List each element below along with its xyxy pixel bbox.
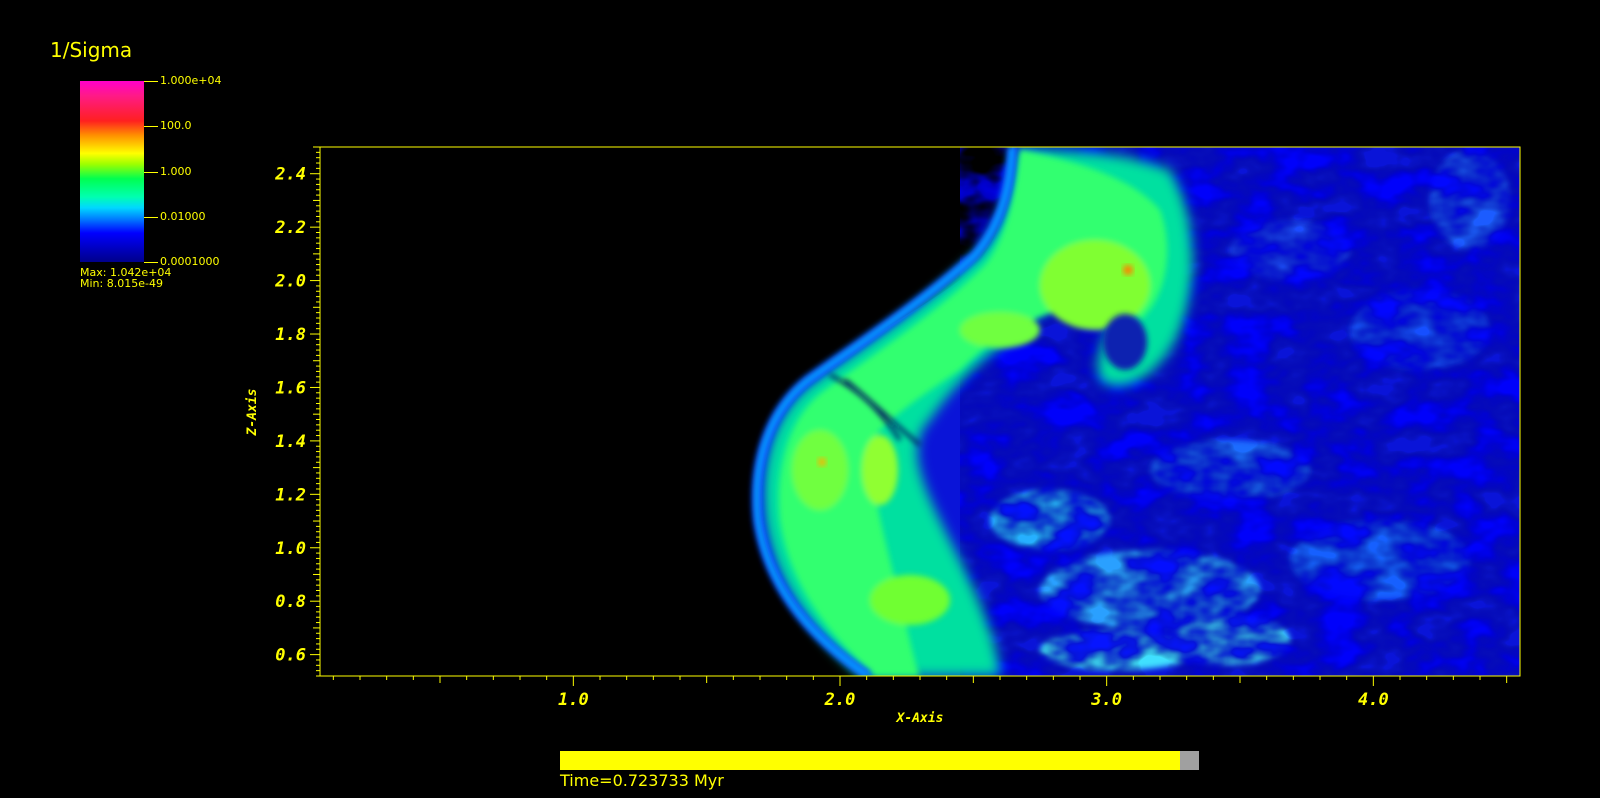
x-tick-label: 3.0 bbox=[1090, 690, 1122, 710]
y-tick-label: 0.8 bbox=[275, 592, 306, 612]
y-tick-label: 2.4 bbox=[274, 165, 306, 185]
y-tick-label: 1.0 bbox=[275, 539, 306, 559]
x-tick-label: 2.0 bbox=[824, 690, 856, 710]
x-axis: 1.0 2.0 3.0 4.0 bbox=[332, 676, 1508, 710]
y-tick-label: 2.2 bbox=[274, 218, 306, 238]
y-axis: 0.6 0.8 1.0 1.2 1.4 1.6 1.8 2.0 2.2 2.4 bbox=[274, 146, 320, 677]
x-tick-label: 4.0 bbox=[1358, 690, 1389, 710]
time-progress-bar bbox=[560, 751, 1199, 770]
time-progress-fill bbox=[560, 751, 1180, 770]
y-tick-label: 2.0 bbox=[274, 272, 306, 292]
y-tick-label: 1.2 bbox=[275, 485, 306, 505]
y-tick-label: 0.6 bbox=[275, 646, 306, 666]
y-axis-title: Z-Axis bbox=[245, 389, 260, 437]
y-tick-label: 1.8 bbox=[275, 325, 306, 345]
density-field bbox=[751, 147, 1520, 676]
time-label: Time=0.723733 Myr bbox=[560, 771, 724, 790]
x-axis-title: X-Axis bbox=[896, 711, 944, 726]
y-tick-label: 1.4 bbox=[275, 432, 306, 452]
y-tick-label: 1.6 bbox=[275, 378, 306, 398]
plot-canvas: 1.0 2.0 3.0 4.0 0.6 0.8 1.0 1.2 1.4 1.6 1.8 2.0 2.2… bbox=[245, 146, 1521, 726]
x-tick-label: 1.0 bbox=[558, 690, 589, 710]
